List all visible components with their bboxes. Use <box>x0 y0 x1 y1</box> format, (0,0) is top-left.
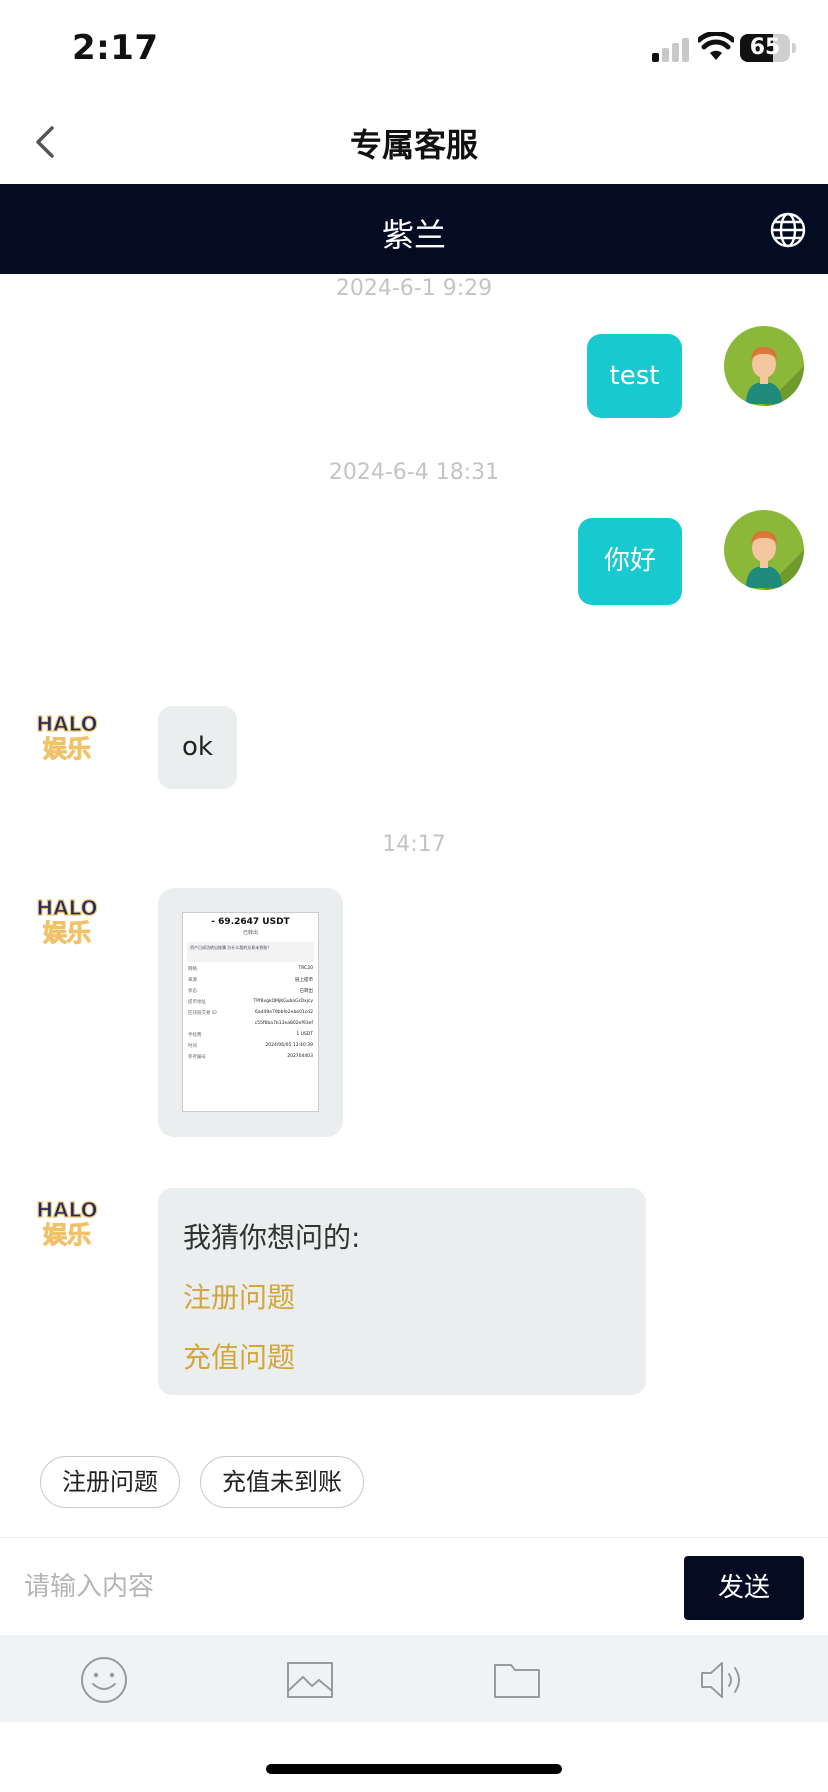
bot-avatar: HALO 娱乐 <box>34 1196 100 1249</box>
quick-reply-registration[interactable]: 注册问题 <box>40 1456 180 1508</box>
faq-link-deposit[interactable]: 充值问题 <box>183 1336 295 1376</box>
user-avatar <box>724 326 804 406</box>
receipt-amount: - 69.2647 USDT <box>211 917 290 927</box>
message-timestamp: 14:17 <box>382 832 446 857</box>
receipt-row: 参考编号 202704403 <box>188 1054 313 1060</box>
receipt-row: 提币地址 TPf8xgkQMjKGuboGrDxjcy <box>188 999 313 1005</box>
receipt-row: 手续费 1 USDT <box>188 1032 313 1038</box>
bot-avatar: HALO 娱乐 <box>34 894 100 947</box>
message-composer: 发送 <box>0 1537 828 1635</box>
status-time: 2:17 <box>72 28 159 68</box>
receipt-note: 资产已成功转出账簿 为什么我的交易未到账？ <box>187 942 314 962</box>
receipt-row: 区块链交易 ID 6ad49e79bbfe2ebe01cd2 <box>188 1010 313 1016</box>
receipt-row: 状态 已转出 <box>188 989 313 994</box>
faq-link-registration[interactable]: 注册问题 <box>183 1276 295 1316</box>
battery-icon: 65 <box>740 34 790 62</box>
halo-logo-subtext: 娱乐 <box>43 735 91 762</box>
cellular-signal-icon <box>652 36 692 62</box>
folder-icon[interactable] <box>492 1655 542 1705</box>
halo-logo-icon: HALO 娱乐 <box>36 895 98 947</box>
user-avatar-icon <box>746 530 804 590</box>
agent-name: 紫兰 <box>381 216 446 254</box>
incoming-image-message[interactable]: - 69.2647 USDT 已转出 资产已成功转出账簿 为什么我的交易未到账？… <box>158 888 343 1137</box>
home-indicator <box>266 1764 562 1774</box>
globe-icon[interactable] <box>768 210 808 250</box>
message-timestamp: 2024-6-1 9:29 <box>335 276 493 301</box>
page-title: 专属客服 <box>349 126 478 164</box>
status-bar: 2:17 65 <box>0 0 828 100</box>
receipt-row: 时间 2024/06/05 13:40:39 <box>188 1043 313 1049</box>
faq-suggestion-message: 我猜你想问的: 注册问题 充值问题 <box>158 1188 646 1395</box>
receipt-screenshot[interactable]: - 69.2647 USDT 已转出 资产已成功转出账簿 为什么我的交易未到账？… <box>182 912 319 1112</box>
message-input[interactable] <box>24 1560 664 1614</box>
wifi-icon <box>698 32 734 60</box>
halo-logo-text: HALO <box>36 1198 97 1222</box>
incoming-message[interactable]: ok <box>158 706 237 789</box>
halo-logo-subtext: 娱乐 <box>43 919 91 946</box>
bot-avatar: HALO 娱乐 <box>34 710 100 763</box>
receipt-row: c55f6ba7b13ea802ef93ef <box>254 1021 313 1026</box>
user-avatar-icon <box>746 346 804 406</box>
agent-header: 紫兰 <box>0 184 828 274</box>
message-timestamp: 2024-6-4 18:31 <box>328 460 500 485</box>
receipt-row: 来源 链上提币 <box>188 978 313 983</box>
image-icon[interactable] <box>285 1655 335 1705</box>
halo-logo-text: HALO <box>36 896 97 920</box>
battery-tip <box>792 43 796 53</box>
receipt-status: 已转出 <box>242 930 258 936</box>
outgoing-message[interactable]: test <box>587 334 682 418</box>
battery-percent: 65 <box>749 35 781 60</box>
quick-reply-deposit-missing[interactable]: 充值未到账 <box>200 1456 364 1508</box>
halo-logo-icon: HALO 娱乐 <box>36 1197 98 1249</box>
outgoing-message[interactable]: 你好 <box>578 518 682 605</box>
faq-title: 我猜你想问的: <box>183 1221 361 1254</box>
receipt-row: 网络 TRC20 <box>188 966 313 972</box>
halo-logo-icon: HALO 娱乐 <box>36 711 98 763</box>
user-avatar <box>724 510 804 590</box>
send-button[interactable]: 发送 <box>684 1556 804 1620</box>
halo-logo-subtext: 娱乐 <box>43 1221 91 1248</box>
emoji-icon[interactable] <box>79 1655 129 1705</box>
speaker-icon[interactable] <box>698 1655 748 1705</box>
attachment-toolbar <box>0 1635 828 1722</box>
halo-logo-text: HALO <box>36 712 97 736</box>
nav-bar: 专属客服 <box>0 100 828 184</box>
